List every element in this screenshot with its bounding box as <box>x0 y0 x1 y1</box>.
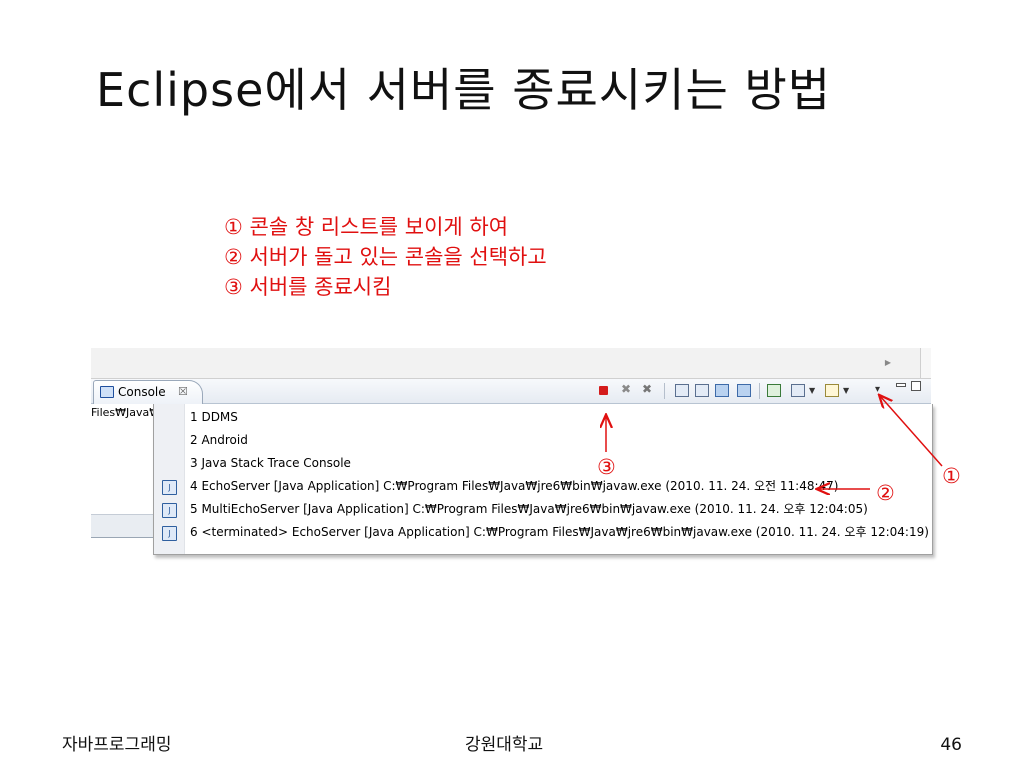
editor-area: ▶ <box>91 348 931 379</box>
footer-course: 자바프로그래밍 <box>62 735 172 755</box>
toolbar-separator <box>664 383 665 399</box>
maximize-icon[interactable] <box>911 381 921 391</box>
clear-console-icon[interactable] <box>675 384 689 397</box>
java-console-icon: J <box>162 503 177 518</box>
annotation-mark-1: ① <box>942 464 961 488</box>
pin-console-icon[interactable] <box>767 384 781 397</box>
close-icon[interactable]: ☒ <box>178 381 188 403</box>
menu-item-terminated-echoserver[interactable]: 6 <terminated> EchoServer [Java Applicat… <box>190 521 929 543</box>
toolbar-separator <box>759 383 760 399</box>
horizontal-scrollbar[interactable] <box>91 514 153 538</box>
menu-item-echoserver[interactable]: 4 EchoServer [Java Application] C:₩Progr… <box>190 475 838 497</box>
chevron-down-icon[interactable]: ▼ <box>809 386 815 400</box>
console-icon <box>100 386 114 398</box>
console-view-toolbar: Console ☒ ✖ ✖ ▼ ▼ ▾ <box>91 379 931 404</box>
menu-item-android[interactable]: 2 Android <box>190 429 248 451</box>
instruction-steps: ① 콘솔 창 리스트를 보이게 하여 ② 서버가 돌고 있는 콘솔을 선택하고 … <box>224 212 547 302</box>
annotation-mark-2: ② <box>876 481 895 505</box>
view-menu-icon[interactable]: ▾ <box>875 384 880 398</box>
step-2: ② 서버가 돌고 있는 콘솔을 선택하고 <box>224 245 547 269</box>
tab-console-label: Console <box>118 385 166 399</box>
eclipse-console-screenshot: ▶ Console ☒ ✖ ✖ ▼ ▼ ▾ Files₩Java₩ 1 DDMS… <box>91 348 933 558</box>
footer-university: 강원대학교 <box>465 735 544 755</box>
vertical-scrollbar[interactable] <box>920 348 931 378</box>
scroll-right-icon[interactable]: ▶ <box>885 358 891 367</box>
page-number: 46 <box>940 735 962 755</box>
minimize-icon[interactable] <box>896 383 906 387</box>
menu-item-java-stack-trace[interactable]: 3 Java Stack Trace Console <box>190 452 351 474</box>
display-console-icon[interactable] <box>791 384 805 397</box>
step-1: ① 콘솔 창 리스트를 보이게 하여 <box>224 215 509 239</box>
scroll-lock-icon[interactable] <box>695 384 709 397</box>
terminate-icon[interactable] <box>599 386 608 395</box>
chevron-down-icon[interactable]: ▼ <box>843 386 849 400</box>
open-console-icon[interactable] <box>825 384 839 397</box>
console-output-pane: Files₩Java₩ <box>91 404 153 558</box>
console-list-dropdown: 1 DDMS 2 Android 3 Java Stack Trace Cons… <box>153 404 933 555</box>
java-console-icon: J <box>162 526 177 541</box>
java-console-icon: J <box>162 480 177 495</box>
menu-item-ddms[interactable]: 1 DDMS <box>190 406 238 428</box>
step-3: ③ 서버를 종료시킴 <box>224 275 392 299</box>
show-on-stdout-icon[interactable] <box>715 384 729 397</box>
menu-item-multiechoserver[interactable]: 5 MultiEchoServer [Java Application] C:₩… <box>190 498 868 520</box>
slide-title: Eclipse에서 서버를 종료시키는 방법 <box>96 63 832 117</box>
show-on-stderr-icon[interactable] <box>737 384 751 397</box>
remove-launch-icon[interactable]: ✖ <box>621 382 631 396</box>
tab-console[interactable]: Console ☒ <box>93 380 203 404</box>
console-output-text: Files₩Java₩ <box>91 406 153 419</box>
annotation-mark-3: ③ <box>597 455 616 479</box>
remove-all-icon[interactable]: ✖ <box>642 382 652 396</box>
